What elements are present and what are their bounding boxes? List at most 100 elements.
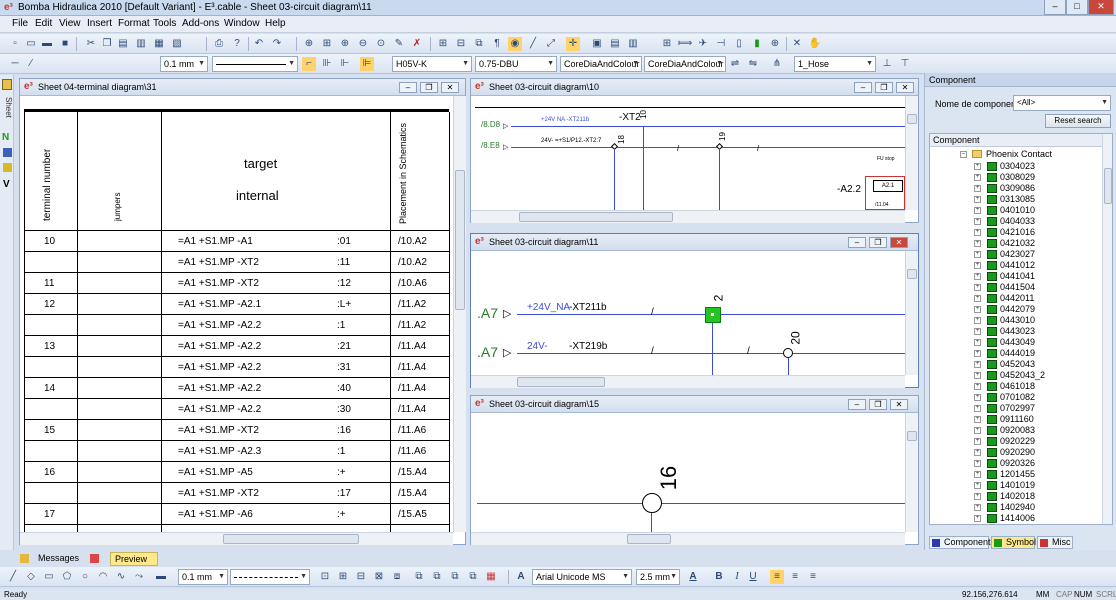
table-row[interactable]: 15 =A1 +S1.MP -XT2:16/11.A6 [24,420,449,441]
expand-icon[interactable]: + [974,361,981,368]
core-color-select-2[interactable]: CoreDiaAndColour ▼ [644,56,726,72]
delete-icon[interactable]: ▧ [170,37,184,51]
hand-icon[interactable]: ✋ [808,37,822,51]
open-folder-icon[interactable]: ▬ [40,37,54,51]
line-type-select[interactable]: ▼ [212,56,298,72]
wire-branch-icon[interactable]: ⊩ [338,57,352,71]
scroll-thumb[interactable] [907,114,917,124]
wire-split-icon[interactable]: ⋔ [770,57,784,71]
horizontal-scrollbar[interactable] [471,210,905,223]
table-row[interactable]: 16 =A1 +S1.MP -A5:+ /15.A4 [24,462,449,483]
close-button[interactable]: ✕ [1088,0,1114,15]
cross-ref[interactable]: .A7 [477,305,498,321]
circuit-sheet-15[interactable]: 16 [471,413,905,532]
menu-view[interactable]: View [59,18,81,29]
expand-icon[interactable]: + [974,328,981,335]
grid-icon[interactable]: ⊞ [436,37,450,51]
redraw-icon[interactable]: ✎ [392,37,406,51]
expand-icon[interactable]: + [974,405,981,412]
scroll-thumb[interactable] [627,534,671,544]
menu-format[interactable]: Format [118,18,150,29]
minimize-icon[interactable]: – [399,82,417,93]
rectangle-icon[interactable]: ▭ [42,570,56,584]
align-right-icon[interactable]: ≡ [806,570,820,584]
vertical-scrollbar[interactable] [905,96,918,210]
diagonal-icon[interactable]: ⤢ [544,37,558,51]
terminal-node[interactable] [642,493,662,513]
paste-icon[interactable]: ▤ [116,37,130,51]
menu-edit[interactable]: Edit [35,18,52,29]
expand-icon[interactable]: + [974,218,981,225]
expand-icon[interactable]: + [974,471,981,478]
horizontal-scrollbar[interactable] [20,532,453,545]
table-row[interactable]: 14 =A1 +S1.MP -A2.2:40/11.A4 [24,378,449,399]
copy-icon[interactable]: ❐ [100,37,114,51]
expand-icon[interactable]: + [974,460,981,467]
expand-icon[interactable]: + [974,372,981,379]
copy-format-icon[interactable]: ▦ [152,37,166,51]
save-icon[interactable]: ■ [58,37,72,51]
wire[interactable] [651,513,652,532]
table-row[interactable]: 12 =A1 +S1.MP -A2.1:L+ /11.A2 [24,294,449,315]
device-tab-icon[interactable]: N [2,132,9,143]
close-icon[interactable]: ✕ [896,82,914,93]
messages-tab[interactable]: Messages [38,553,79,563]
move-icon[interactable]: ✛ [566,37,580,51]
table-row[interactable]: 17 =A1 +S1.MP -A6:+ /15.A5 [24,504,449,525]
expand-icon[interactable]: + [974,515,981,522]
layer-icon[interactable]: ⧉ [472,37,486,51]
wire[interactable] [712,323,713,375]
sheet-tree-icon[interactable] [2,79,12,90]
menu-insert[interactable]: Insert [87,18,112,29]
component-filter-select[interactable]: <All> ▼ [1013,95,1111,111]
group-icon[interactable]: ⊡ [318,570,332,584]
expand-icon[interactable]: + [974,196,981,203]
wire[interactable] [719,149,720,210]
plug-icon[interactable]: ⟾ [678,37,692,51]
scroll-thumb[interactable] [517,377,605,387]
hose-icon[interactable]: ⊥ [880,57,894,71]
format-line-width-select[interactable]: 0.1 mm ▼ [178,569,228,585]
preview-tab[interactable]: Preview [110,552,158,566]
hose-select[interactable]: 1_Hose ▼ [794,56,876,72]
restore-icon[interactable]: ❐ [869,399,887,410]
scroll-thumb[interactable] [907,269,917,279]
expand-icon[interactable]: + [974,295,981,302]
wire[interactable] [788,358,789,375]
zoom-out-icon[interactable]: ⊖ [356,37,370,51]
wire[interactable] [511,147,905,148]
table-row[interactable]: =A1 +S1.MP -A2.2:31/11.A4 [24,357,449,378]
wire-route-icon[interactable]: ⊫ [360,57,374,71]
minimize-icon[interactable]: – [854,82,872,93]
collapse-icon[interactable]: – [960,151,967,158]
cut-icon[interactable]: ✂ [84,37,98,51]
line-style-icon[interactable]: ─ [8,57,22,71]
terminal-icon[interactable]: ▯ [732,37,746,51]
cable-icon[interactable]: ⊣ [714,37,728,51]
curve-icon[interactable]: ∿ [114,570,128,584]
expand-icon[interactable]: + [974,317,981,324]
line-color-icon[interactable]: ⁄ [24,57,38,71]
new-icon[interactable]: ▫ [8,37,22,51]
line-width-icon[interactable]: ▬ [154,570,168,584]
minimize-icon[interactable]: – [848,237,866,248]
close-icon[interactable]: ✕ [890,237,908,248]
align-icon[interactable]: ⊟ [354,570,368,584]
expand-icon[interactable]: + [974,251,981,258]
vertical-scrollbar[interactable] [905,413,918,532]
expand-icon[interactable]: + [974,493,981,500]
expand-icon[interactable]: + [974,438,981,445]
scroll-thumb[interactable] [907,431,917,441]
line-draw-icon[interactable]: ╱ [526,37,540,51]
expand-icon[interactable]: + [974,394,981,401]
wire[interactable] [511,126,905,127]
connector-icon[interactable]: ✈ [696,37,710,51]
sheet-tab[interactable]: Sheet [1,97,13,118]
bring-front-icon[interactable]: ⧉ [412,570,426,584]
variant-tab-icon[interactable]: V [3,179,10,190]
expand-icon[interactable]: + [974,207,981,214]
minimize-button[interactable]: – [1044,0,1066,15]
expand-icon[interactable]: + [974,306,981,313]
table-row[interactable]: =A1 +S1.MP -A2.3:1/11.A6 [24,441,449,462]
restore-icon[interactable]: ❐ [875,82,893,93]
